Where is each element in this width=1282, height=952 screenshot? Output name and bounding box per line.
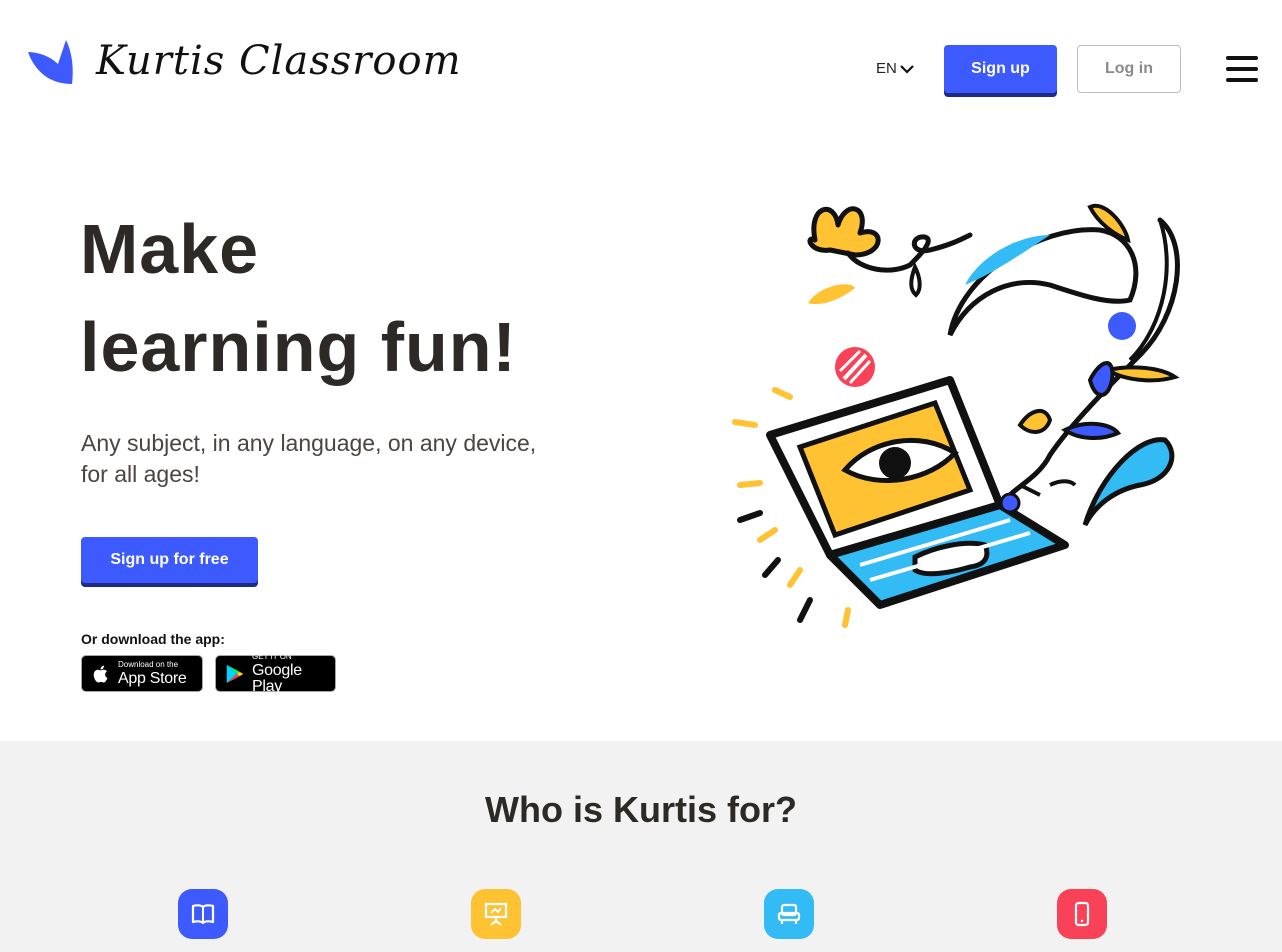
hero-title: Make learning fun!	[80, 200, 517, 396]
login-button[interactable]: Log in	[1077, 45, 1181, 93]
menu-icon[interactable]	[1226, 56, 1258, 82]
audience-armchair-tile[interactable]	[764, 889, 814, 939]
audience-presentation-tile[interactable]	[471, 889, 521, 939]
hero-title-line1: Make	[80, 210, 260, 288]
app-store-small: Download on the	[118, 659, 179, 669]
yellow-drop	[808, 284, 855, 305]
app-store-badge[interactable]: Download on the App Store	[81, 655, 203, 692]
logo-mark-icon	[28, 40, 73, 84]
google-play-icon	[226, 664, 244, 683]
language-label: EN	[876, 60, 897, 77]
laptop-illustration	[732, 203, 1180, 628]
book-icon	[191, 904, 215, 925]
apple-icon	[93, 665, 108, 683]
who-title: Who is Kurtis for?	[485, 789, 797, 830]
smartphone-icon	[1074, 901, 1090, 927]
google-play-big: Google Play	[252, 661, 302, 695]
hero-title-line2: learning fun!	[80, 308, 517, 386]
presentation-icon	[484, 902, 508, 926]
blue-drop	[1082, 437, 1175, 527]
language-selector[interactable]: EN	[876, 60, 914, 77]
blue-dot	[1108, 312, 1136, 340]
menu-bar	[1226, 78, 1258, 82]
blue-leaf	[947, 227, 1139, 337]
menu-bar	[1226, 67, 1258, 71]
audience-smartphone-tile[interactable]	[1057, 889, 1107, 939]
who-section: Who is Kurtis for?	[0, 741, 1282, 952]
menu-bar	[1226, 56, 1258, 60]
google-play-badge[interactable]: GET IT ON Google Play	[215, 651, 336, 695]
site-header: Kurtis Classroom EN Sign up Log in	[0, 0, 1282, 130]
audience-book-tile[interactable]	[178, 889, 228, 939]
yellow-flower	[807, 206, 881, 258]
logo-text: Kurtis Classroom	[96, 38, 462, 84]
signup-button[interactable]: Sign up	[944, 45, 1057, 93]
armchair-icon	[777, 903, 801, 924]
hero-subtitle: Any subject, in any language, on any dev…	[81, 430, 537, 487]
chevron-down-icon	[900, 64, 914, 74]
logo[interactable]: Kurtis Classroom	[28, 38, 462, 84]
download-label: Or download the app:	[81, 631, 225, 647]
app-store-big: App Store	[118, 669, 187, 687]
signup-free-button[interactable]: Sign up for free	[81, 537, 258, 583]
google-play-small: GET IT ON	[252, 651, 292, 661]
